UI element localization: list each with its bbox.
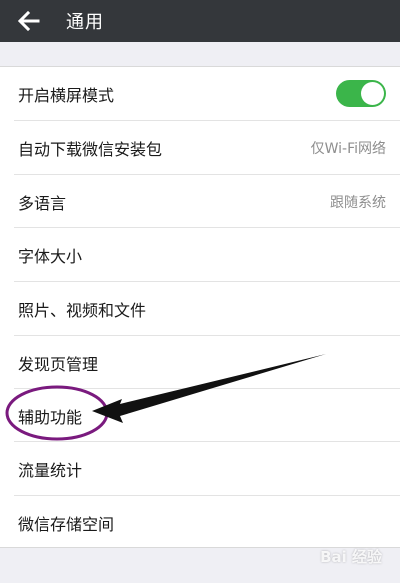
setting-label: 多语言 xyxy=(18,193,67,213)
setting-value: 仅Wi-Fi网络 xyxy=(310,140,386,157)
setting-font-size[interactable]: 字体大小 xyxy=(0,228,400,281)
toggle-knob xyxy=(361,82,384,105)
setting-value: 跟随系统 xyxy=(330,194,386,211)
arrow-left-icon xyxy=(18,11,40,31)
setting-label: 自动下载微信安装包 xyxy=(18,139,163,159)
setting-traffic[interactable]: 流量统计 xyxy=(0,442,400,495)
setting-auto-download[interactable]: 自动下载微信安装包 仅Wi-Fi网络 xyxy=(0,121,400,174)
top-bar: 通用 xyxy=(0,0,400,42)
setting-label: 微信存储空间 xyxy=(18,514,115,534)
setting-label: 照片、视频和文件 xyxy=(18,300,147,320)
setting-storage[interactable]: 微信存储空间 xyxy=(0,496,400,549)
setting-language[interactable]: 多语言 跟随系统 xyxy=(0,175,400,228)
setting-label: 辅助功能 xyxy=(18,407,83,427)
landscape-toggle[interactable] xyxy=(336,80,386,107)
setting-label: 发现页管理 xyxy=(18,354,99,374)
setting-label: 流量统计 xyxy=(18,460,83,480)
setting-discover[interactable]: 发现页管理 xyxy=(0,336,400,389)
setting-label: 字体大小 xyxy=(18,246,83,266)
page-title: 通用 xyxy=(66,12,104,33)
setting-accessibility[interactable]: 辅助功能 xyxy=(0,389,400,442)
back-button[interactable] xyxy=(12,0,46,42)
settings-list: 开启横屏模式 自动下载微信安装包 仅Wi-Fi网络 多语言 跟随系统 字体大小 … xyxy=(0,66,400,548)
setting-label: 开启横屏模式 xyxy=(18,85,115,105)
setting-landscape-mode[interactable]: 开启横屏模式 xyxy=(0,67,400,120)
watermark: Bai 经验 xyxy=(320,548,382,566)
setting-media[interactable]: 照片、视频和文件 xyxy=(0,282,400,335)
